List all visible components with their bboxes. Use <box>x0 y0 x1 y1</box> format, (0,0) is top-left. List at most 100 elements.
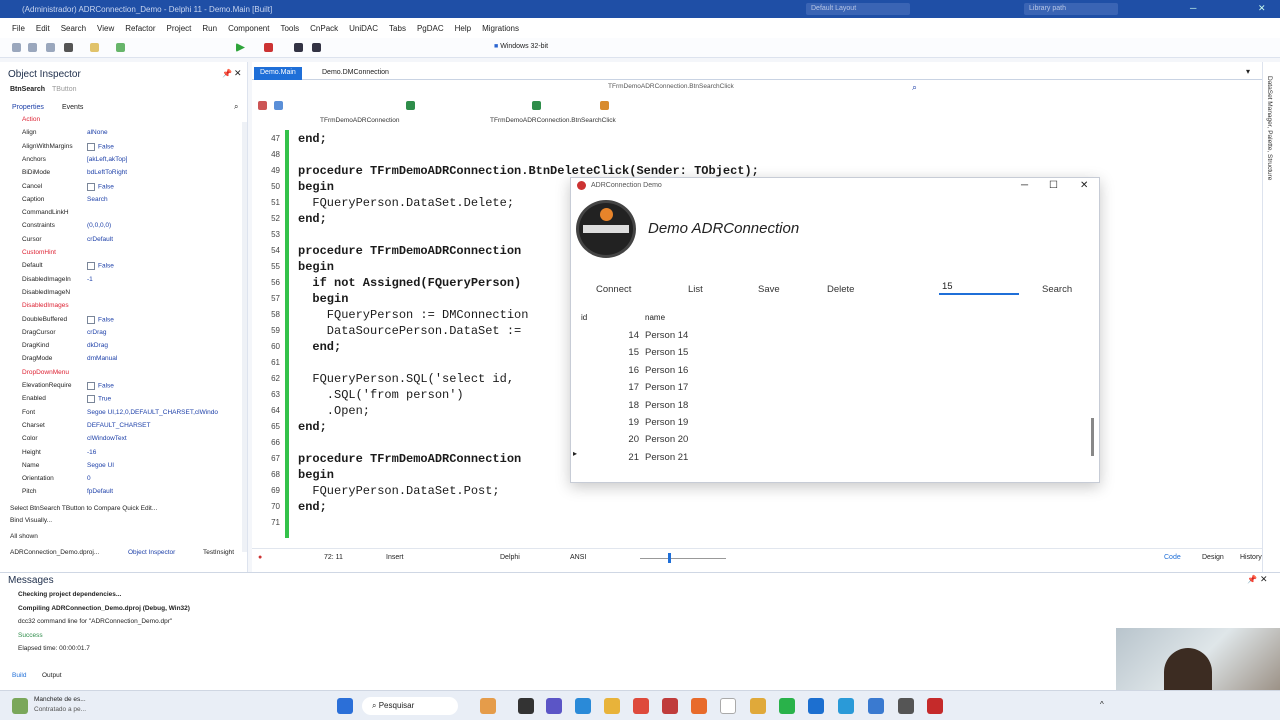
oi-footer-compare[interactable]: Select BtnSearch TButton to Compare Quic… <box>10 505 157 512</box>
pause-icon[interactable] <box>294 43 303 52</box>
checkbox[interactable] <box>87 182 95 191</box>
notepad-icon[interactable] <box>720 698 736 714</box>
explorer-icon[interactable] <box>604 698 620 714</box>
property-row[interactable]: DoubleBuffered False <box>0 314 242 327</box>
property-value[interactable]: crDrag <box>87 329 107 336</box>
property-value[interactable]: False <box>87 382 114 390</box>
property-value[interactable]: clWindowText <box>87 435 127 442</box>
chrome-icon[interactable] <box>633 698 649 714</box>
app-icon[interactable] <box>662 698 678 714</box>
property-value[interactable]: -16 <box>87 449 96 456</box>
tab-testinsight[interactable]: TestInsight <box>203 549 234 556</box>
menu-pgdac[interactable]: PgDAC <box>417 24 444 33</box>
layout-selector[interactable]: Default Layout <box>806 3 910 15</box>
tab-demo-main[interactable]: Demo.Main <box>254 67 302 80</box>
encoding-selector[interactable]: ANSI <box>570 554 586 561</box>
platform-selector[interactable]: ■ Windows 32-bit <box>494 43 548 50</box>
app-icon[interactable] <box>808 698 824 714</box>
menu-edit[interactable]: Edit <box>36 24 50 33</box>
save-all-icon[interactable] <box>64 43 73 52</box>
app-icon[interactable] <box>838 698 854 714</box>
scrollbar[interactable] <box>242 122 247 552</box>
menu-tools[interactable]: Tools <box>280 24 299 33</box>
code-line[interactable]: DataSourcePerson.DataSet := <box>298 324 521 338</box>
code-line[interactable]: begin <box>298 292 348 306</box>
code-line[interactable]: .Open; <box>298 404 370 418</box>
code-line[interactable]: FQueryPerson.DataSet.Post; <box>298 484 499 498</box>
property-row[interactable]: DragCursor crDrag <box>0 327 242 340</box>
run-debug-icon[interactable] <box>264 43 273 52</box>
editor-tool-icon[interactable] <box>406 101 415 110</box>
property-row[interactable]: Color clWindowText <box>0 433 242 446</box>
menu-refactor[interactable]: Refactor <box>125 24 155 33</box>
checkbox[interactable] <box>87 382 95 390</box>
save-icon[interactable] <box>46 43 55 52</box>
property-row[interactable]: AlignWithMargins False <box>0 141 242 154</box>
code-line[interactable]: FQueryPerson.DataSet.Delete; <box>298 196 514 210</box>
menu-cnpack[interactable]: CnPack <box>310 24 338 33</box>
whatsapp-icon[interactable] <box>779 698 795 714</box>
method-selector[interactable]: TFrmDemoADRConnection.BtnSearchClick <box>490 117 616 124</box>
checkbox[interactable] <box>87 142 95 151</box>
taskbar-search-box[interactable]: ⌕ Pesquisar <box>362 697 458 715</box>
app-icon[interactable] <box>898 698 914 714</box>
tab-code[interactable]: Code <box>1164 554 1181 561</box>
property-row[interactable]: DragKind dkDrag <box>0 340 242 353</box>
person-grid[interactable]: id name 14 Person 14 15 Person 15 16 Person 1… <box>573 308 1095 478</box>
selected-component[interactable]: BtnSearch <box>10 86 45 93</box>
open-icon[interactable] <box>28 43 37 52</box>
property-value[interactable]: Segoe UI <box>87 462 114 469</box>
code-line[interactable]: end; <box>298 420 327 434</box>
property-value[interactable]: crDefault <box>87 236 113 243</box>
checkbox[interactable] <box>87 315 95 324</box>
code-line[interactable]: end; <box>298 340 341 354</box>
table-row[interactable]: 18 Person 18 <box>577 398 1077 415</box>
open-project-icon[interactable] <box>90 43 99 52</box>
table-row[interactable]: 16 Person 16 <box>577 363 1077 380</box>
connect-button[interactable]: Connect <box>596 284 631 295</box>
editor-tool-icon[interactable] <box>532 101 541 110</box>
property-value[interactable]: False <box>87 262 114 271</box>
widgets-icon[interactable] <box>480 698 496 714</box>
column-header-name[interactable]: name <box>645 313 665 322</box>
zoom-slider-thumb[interactable] <box>668 553 671 563</box>
property-row[interactable]: Font Segoe UI,12,0,DEFAULT_CHARSET,clWind… <box>0 407 242 420</box>
tab-history[interactable]: History <box>1240 554 1262 561</box>
code-line[interactable]: end; <box>298 212 327 226</box>
property-value[interactable]: dmManual <box>87 355 117 362</box>
menu-help[interactable]: Help <box>455 24 471 33</box>
property-row[interactable]: Pitch fpDefault <box>0 486 242 499</box>
zoom-slider[interactable] <box>640 558 726 559</box>
pin-icon[interactable]: 📌 <box>1247 575 1257 584</box>
code-line[interactable]: .SQL('from person') <box>298 388 464 402</box>
menu-run[interactable]: Run <box>202 24 217 33</box>
property-value[interactable]: DEFAULT_CHARSET <box>87 422 150 429</box>
app-icon[interactable] <box>691 698 707 714</box>
property-row[interactable]: Name Segoe UI <box>0 460 242 473</box>
language-selector[interactable]: Delphi <box>500 554 520 561</box>
property-row[interactable]: CustomHint <box>0 247 242 260</box>
editor-tool-icon[interactable] <box>258 101 267 110</box>
pin-icon[interactable]: 📌 <box>222 69 232 78</box>
news-title[interactable]: Manchete de es... <box>34 696 86 703</box>
grid-scrollbar[interactable] <box>1091 418 1094 456</box>
property-row[interactable]: DropDownMenu <box>0 367 242 380</box>
property-value[interactable]: [akLeft,akTop] <box>87 156 127 163</box>
property-value[interactable]: False <box>87 315 114 324</box>
table-row[interactable]: 20 Person 20 <box>577 432 1077 449</box>
menu-project[interactable]: Project <box>166 24 191 33</box>
edge-icon[interactable] <box>575 698 591 714</box>
property-row[interactable]: DisabledImages <box>0 300 242 313</box>
start-icon[interactable] <box>337 698 353 714</box>
tab-object-inspector[interactable]: Object Inspector <box>128 549 175 556</box>
table-row[interactable]: 17 Person 17 <box>577 380 1077 397</box>
property-value[interactable]: (0,0,0,0) <box>87 222 111 229</box>
property-row[interactable]: DisabledImageIn -1 <box>0 274 242 287</box>
table-row[interactable]: 19 Person 19 <box>577 415 1077 432</box>
maximize-icon[interactable]: ☐ <box>1049 180 1058 191</box>
unit-selector[interactable]: TFrmDemoADRConnection <box>320 117 399 124</box>
tab-demo-dmconnection[interactable]: Demo.DMConnection <box>316 67 395 80</box>
property-row[interactable]: CommandLinkH <box>0 207 242 220</box>
tab-events[interactable]: Events <box>62 104 83 111</box>
property-row[interactable]: Enabled True <box>0 393 242 406</box>
